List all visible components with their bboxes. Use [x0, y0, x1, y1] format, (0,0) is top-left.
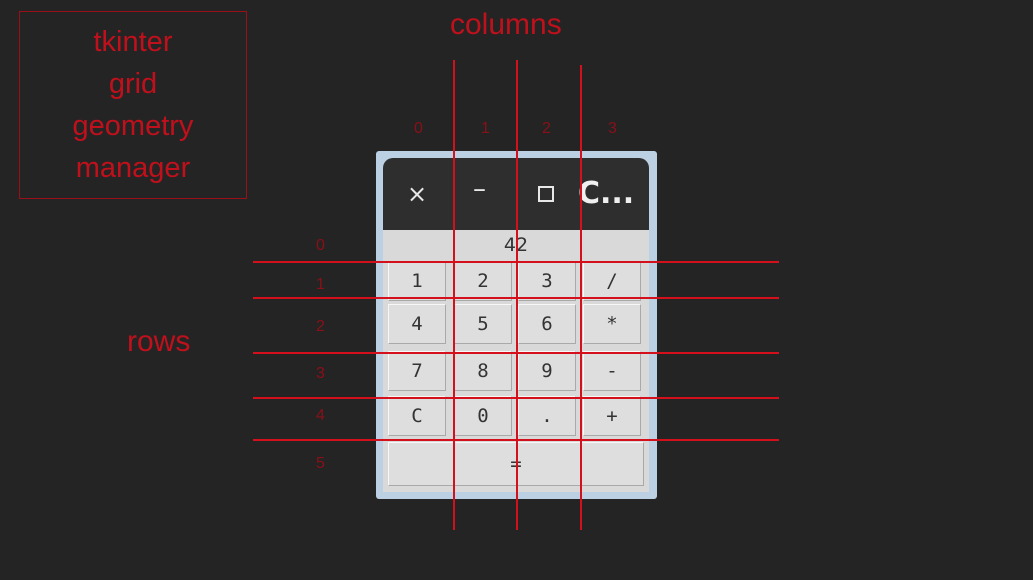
title-line: geometry	[72, 110, 194, 142]
title-line: grid	[108, 68, 158, 100]
column-index: 2	[542, 120, 551, 137]
button-1[interactable]: 1	[388, 261, 446, 301]
column-index: 1	[481, 120, 490, 137]
rows-heading: rows	[127, 325, 191, 358]
button-9[interactable]: 9	[518, 351, 576, 391]
row-index: 0	[316, 237, 325, 254]
row-grid-line	[253, 439, 779, 441]
maximize-icon[interactable]	[538, 186, 554, 202]
row-index: 1	[316, 276, 325, 293]
button-multiply[interactable]: *	[583, 304, 641, 344]
button-add[interactable]: +	[583, 396, 641, 436]
window-title: C...	[578, 176, 635, 211]
row-index: 5	[316, 455, 325, 472]
button-divide[interactable]: /	[583, 261, 641, 301]
title-line: manager	[75, 152, 191, 184]
button-3[interactable]: 3	[518, 261, 576, 301]
button-5[interactable]: 5	[454, 304, 512, 344]
column-grid-line	[516, 60, 518, 530]
button-clear[interactable]: C	[388, 396, 446, 436]
button-subtract[interactable]: -	[583, 351, 641, 391]
row-grid-line	[253, 297, 779, 299]
button-decimal[interactable]: .	[518, 396, 576, 436]
row-grid-line	[253, 352, 779, 354]
button-0[interactable]: 0	[454, 396, 512, 436]
row-index: 3	[316, 365, 325, 382]
minimize-icon[interactable]: –	[473, 174, 486, 204]
button-8[interactable]: 8	[454, 351, 512, 391]
title-box: tkinter grid geometry manager	[19, 11, 247, 199]
row-index: 4	[316, 407, 325, 424]
column-index: 3	[608, 120, 617, 137]
columns-heading: columns	[450, 8, 562, 41]
button-4[interactable]: 4	[388, 304, 446, 344]
title-line: tkinter	[93, 26, 173, 58]
column-grid-line	[453, 60, 455, 530]
row-grid-line	[253, 397, 779, 399]
button-6[interactable]: 6	[518, 304, 576, 344]
row-grid-line	[253, 261, 779, 263]
close-icon[interactable]: ×	[407, 180, 427, 208]
row-index: 2	[316, 318, 325, 335]
button-2[interactable]: 2	[454, 261, 512, 301]
button-7[interactable]: 7	[388, 351, 446, 391]
column-index: 0	[414, 120, 423, 137]
